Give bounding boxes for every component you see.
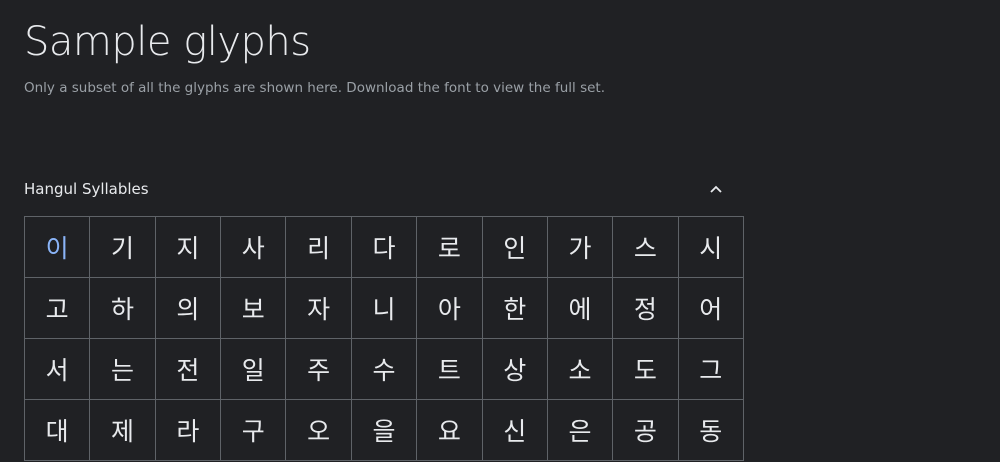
glyph-cell[interactable]: 서 — [25, 339, 91, 400]
glyph-cell[interactable]: 구 — [221, 400, 287, 461]
glyph-grid: 이기지사리다로인가스시고하의보자니아한에정어서는전일주수트상소도그대제라구오을요… — [24, 216, 744, 461]
glyph-cell[interactable]: 리 — [286, 217, 352, 278]
glyph-cell[interactable]: 다 — [351, 217, 418, 278]
glyph-cell[interactable]: 고 — [25, 278, 91, 339]
glyph-cell[interactable]: 인 — [482, 217, 548, 278]
glyph-cell[interactable]: 을 — [351, 400, 418, 461]
glyph-cell[interactable]: 전 — [155, 339, 222, 400]
glyph-cell[interactable]: 요 — [417, 400, 483, 461]
glyph-cell[interactable]: 주 — [286, 339, 352, 400]
glyph-cell[interactable]: 그 — [678, 339, 744, 400]
glyph-cell[interactable]: 소 — [547, 339, 614, 400]
glyph-cell[interactable]: 한 — [482, 278, 548, 339]
glyph-cell[interactable]: 기 — [90, 217, 156, 278]
glyph-cell[interactable]: 가 — [547, 217, 614, 278]
glyph-cell[interactable]: 공 — [613, 400, 679, 461]
glyph-cell[interactable]: 스 — [613, 217, 679, 278]
chevron-up-icon[interactable] — [704, 179, 728, 199]
glyph-cell[interactable]: 트 — [417, 339, 483, 400]
glyph-cell[interactable]: 자 — [286, 278, 352, 339]
glyph-cell[interactable]: 아 — [417, 278, 483, 339]
glyph-cell[interactable]: 는 — [90, 339, 156, 400]
glyph-cell[interactable]: 이 — [25, 217, 91, 278]
page-title: Sample glyphs — [24, 19, 311, 65]
glyph-cell[interactable]: 의 — [155, 278, 222, 339]
glyph-cell[interactable]: 수 — [351, 339, 418, 400]
hangul-section-toggle[interactable]: Hangul Syllables — [24, 176, 744, 202]
glyph-cell[interactable]: 지 — [155, 217, 222, 278]
glyph-cell[interactable]: 로 — [417, 217, 483, 278]
glyph-cell[interactable]: 대 — [25, 400, 91, 461]
glyph-cell[interactable]: 니 — [351, 278, 418, 339]
glyph-cell[interactable]: 오 — [286, 400, 352, 461]
glyph-cell[interactable]: 사 — [221, 217, 287, 278]
glyph-cell[interactable]: 시 — [678, 217, 744, 278]
glyph-cell[interactable]: 어 — [678, 278, 744, 339]
page-subtitle: Only a subset of all the glyphs are show… — [24, 80, 605, 96]
glyph-cell[interactable]: 도 — [613, 339, 679, 400]
glyph-cell[interactable]: 일 — [221, 339, 287, 400]
glyphs-page: Sample glyphs Only a subset of all the g… — [0, 0, 1000, 462]
glyph-cell[interactable]: 라 — [155, 400, 222, 461]
glyph-cell[interactable]: 신 — [482, 400, 548, 461]
glyph-cell[interactable]: 제 — [90, 400, 156, 461]
glyph-cell[interactable]: 동 — [678, 400, 744, 461]
glyph-cell[interactable]: 보 — [221, 278, 287, 339]
glyph-cell[interactable]: 상 — [482, 339, 548, 400]
glyph-cell[interactable]: 하 — [90, 278, 156, 339]
section-title: Hangul Syllables — [24, 180, 149, 198]
glyph-cell[interactable]: 에 — [547, 278, 614, 339]
glyph-cell[interactable]: 정 — [613, 278, 679, 339]
glyph-cell[interactable]: 은 — [547, 400, 614, 461]
